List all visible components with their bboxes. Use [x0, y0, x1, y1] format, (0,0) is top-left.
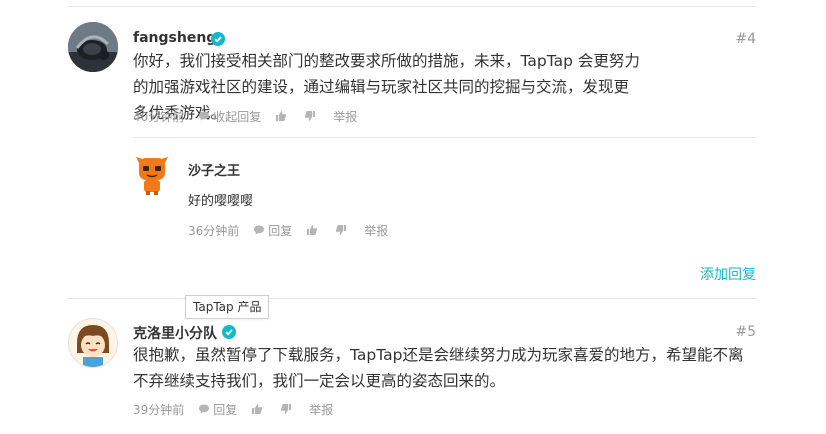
thumb-up-icon[interactable]	[275, 110, 287, 122]
user-tooltip: TapTap 产品	[185, 295, 270, 319]
avatar-character-image	[77, 325, 109, 367]
verified-icon	[222, 325, 236, 339]
add-reply-link[interactable]: 添加回复	[700, 264, 756, 284]
comment-meta: 39分钟前 回复 举报	[133, 401, 333, 417]
avatar[interactable]	[68, 318, 118, 368]
verified-icon	[211, 32, 225, 46]
avatar[interactable]	[68, 22, 118, 72]
reply-avatar[interactable]	[136, 155, 168, 195]
reply-icon[interactable]	[198, 403, 210, 415]
comment-divider	[68, 298, 756, 299]
comment-username[interactable]: fangsheng	[133, 30, 216, 46]
report-button[interactable]: 举报	[364, 222, 388, 239]
top-divider	[68, 6, 756, 7]
collapse-reply-button[interactable]: 收起回复	[213, 108, 261, 125]
thumb-down-icon[interactable]	[280, 403, 292, 415]
reply-icon[interactable]	[253, 224, 265, 236]
reply-button[interactable]: 回复	[268, 222, 292, 239]
thumb-down-icon[interactable]	[335, 224, 347, 236]
reply-icon[interactable]	[198, 110, 210, 122]
reply-button[interactable]: 回复	[213, 401, 237, 418]
comment-time: 39分钟前	[133, 402, 185, 417]
reply-divider	[133, 137, 756, 138]
comment-username[interactable]: 克洛里小分队	[133, 323, 217, 343]
comment-meta: 40分钟前 收起回复 举报	[133, 108, 357, 124]
floor-number: #4	[735, 31, 756, 47]
reply-meta: 36分钟前 回复 举报	[188, 222, 388, 238]
thumb-up-icon[interactable]	[306, 224, 318, 236]
reply-username[interactable]: 沙子之王	[188, 160, 240, 179]
avatar-headphones-image	[68, 22, 118, 72]
comment-time: 40分钟前	[133, 109, 185, 124]
reply-avatar-image	[136, 157, 168, 195]
report-button[interactable]: 举报	[309, 401, 333, 418]
thumb-up-icon[interactable]	[251, 403, 263, 415]
report-button[interactable]: 举报	[333, 108, 357, 125]
reply-content: 好的嘤嘤嘤	[188, 194, 254, 209]
reply-time: 36分钟前	[188, 223, 240, 238]
thumb-down-icon[interactable]	[304, 110, 316, 122]
floor-number: #5	[735, 324, 756, 340]
comment-content: 很抱歉，虽然暂停了下载服务，TapTap还是会继续努力成为玩家喜爱的地方，希望能…	[133, 346, 744, 390]
